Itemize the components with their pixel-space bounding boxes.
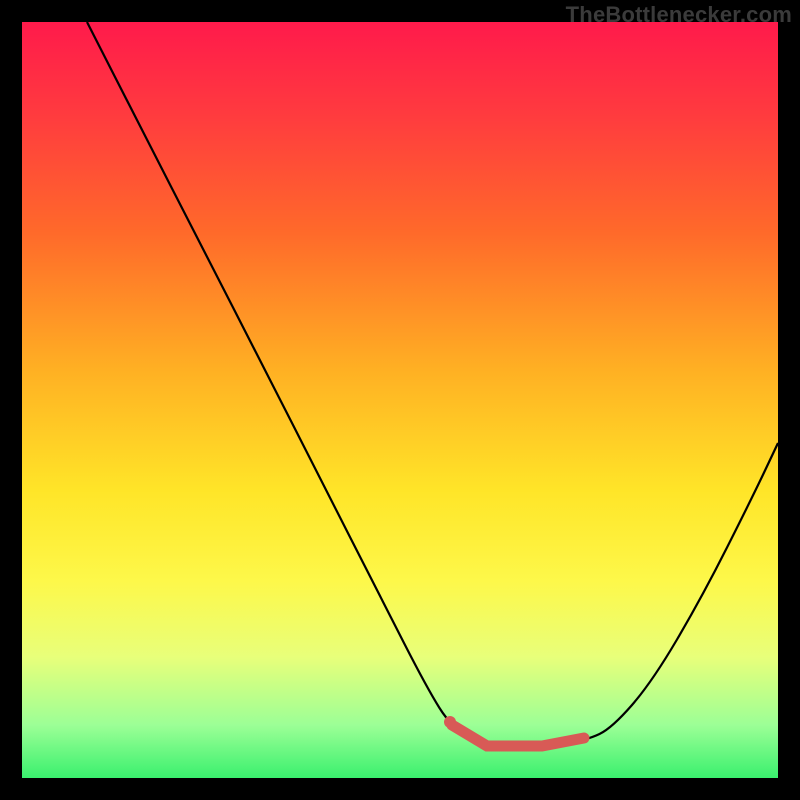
plot-svg bbox=[22, 22, 778, 778]
optimal-start-dot bbox=[444, 716, 456, 728]
optimal-range-highlight bbox=[452, 725, 584, 746]
bottleneck-curve bbox=[87, 22, 778, 748]
